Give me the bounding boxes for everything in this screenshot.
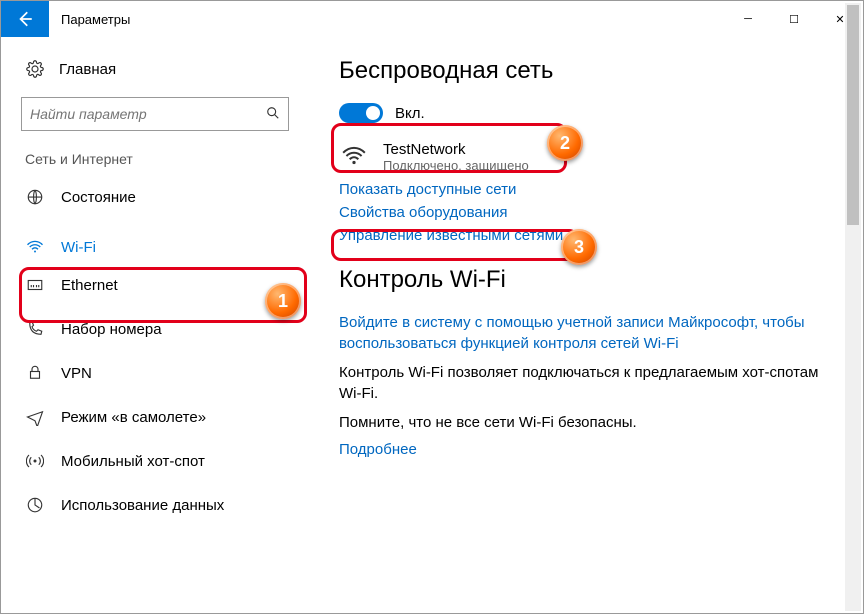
sidebar-item-label: Wi-Fi bbox=[61, 239, 96, 256]
sidebar-item-label: Состояние bbox=[61, 189, 136, 206]
heading-wireless: Беспроводная сеть bbox=[339, 57, 833, 85]
sidebar-item-dialup[interactable]: Набор номера bbox=[1, 307, 309, 351]
sidebar-category: Сеть и Интернет bbox=[1, 143, 309, 175]
sidebar-item-status[interactable]: Состояние bbox=[1, 175, 309, 219]
phone-icon bbox=[25, 319, 45, 339]
network-status: Подключено, защищено bbox=[383, 158, 529, 173]
search-icon bbox=[266, 106, 280, 123]
minimize-button[interactable]: ─ bbox=[725, 1, 771, 37]
wifi-control-desc: Контроль Wi-Fi позволяет подключаться к … bbox=[339, 362, 833, 404]
sidebar: Главная Сеть и Интернет Состояние Wi-Fi bbox=[1, 37, 309, 613]
link-hardware-props[interactable]: Свойства оборудования bbox=[339, 204, 833, 221]
sidebar-item-label: VPN bbox=[61, 365, 92, 382]
sidebar-item-hotspot[interactable]: Мобильный хот-спот bbox=[1, 439, 309, 483]
search-input[interactable] bbox=[30, 106, 266, 122]
heading-wifi-control: Контроль Wi-Fi bbox=[339, 266, 833, 294]
sidebar-item-wifi[interactable]: Wi-Fi bbox=[1, 219, 309, 263]
airplane-icon bbox=[25, 407, 45, 427]
wifi-control-warn: Помните, что не все сети Wi-Fi безопасны… bbox=[339, 412, 833, 433]
search-box[interactable] bbox=[21, 97, 289, 131]
wifi-toggle-label: Вкл. bbox=[395, 105, 425, 122]
data-icon bbox=[25, 495, 45, 515]
sidebar-item-label: Использование данных bbox=[61, 497, 224, 514]
sidebar-item-label: Ethernet bbox=[61, 277, 118, 294]
link-signin-ms[interactable]: Войдите в систему с помощью учетной запи… bbox=[339, 312, 833, 354]
sidebar-item-airplane[interactable]: Режим «в самолете» bbox=[1, 395, 309, 439]
current-network[interactable]: TestNetwork Подключено, защищено bbox=[339, 141, 833, 173]
gear-icon bbox=[25, 59, 45, 79]
link-show-available[interactable]: Показать доступные сети bbox=[339, 181, 833, 198]
link-known-networks[interactable]: Управление известными сетями bbox=[339, 227, 833, 244]
wifi-icon bbox=[25, 237, 45, 257]
sidebar-item-ethernet[interactable]: Ethernet bbox=[1, 263, 309, 307]
titlebar: Параметры ─ ☐ ✕ bbox=[1, 1, 863, 37]
vpn-icon bbox=[25, 363, 45, 383]
ethernet-icon bbox=[25, 275, 45, 295]
wifi-toggle-row: Вкл. bbox=[339, 103, 833, 123]
sidebar-item-datausage[interactable]: Использование данных bbox=[1, 483, 309, 527]
globe-icon bbox=[25, 187, 45, 207]
scrollbar[interactable] bbox=[845, 3, 861, 611]
link-learn-more[interactable]: Подробнее bbox=[339, 441, 833, 458]
back-button[interactable] bbox=[1, 1, 49, 37]
scrollbar-thumb[interactable] bbox=[847, 5, 859, 225]
network-name: TestNetwork bbox=[383, 141, 529, 158]
maximize-button[interactable]: ☐ bbox=[771, 1, 817, 37]
sidebar-home-label: Главная bbox=[59, 61, 116, 78]
sidebar-item-label: Набор номера bbox=[61, 321, 162, 338]
sidebar-item-label: Режим «в самолете» bbox=[61, 409, 206, 426]
sidebar-item-vpn[interactable]: VPN bbox=[1, 351, 309, 395]
wifi-signal-icon bbox=[339, 141, 369, 171]
wifi-toggle[interactable] bbox=[339, 103, 383, 123]
arrow-left-icon bbox=[16, 10, 34, 28]
sidebar-item-label: Мобильный хот-спот bbox=[61, 453, 205, 470]
sidebar-home[interactable]: Главная bbox=[1, 49, 309, 89]
window-title: Параметры bbox=[49, 1, 142, 37]
main-panel: Беспроводная сеть Вкл. TestNetwork Подкл… bbox=[309, 37, 863, 613]
hotspot-icon bbox=[25, 451, 45, 471]
